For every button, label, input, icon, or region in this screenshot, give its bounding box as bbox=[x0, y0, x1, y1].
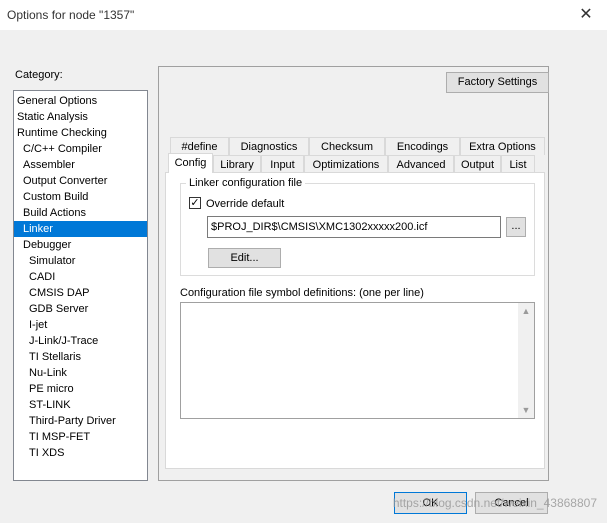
window-title: Options for node "1357" bbox=[7, 8, 135, 22]
category-item-label: Custom Build bbox=[23, 191, 89, 203]
category-item[interactable]: Assembler bbox=[14, 157, 147, 173]
category-item[interactable]: Runtime Checking bbox=[14, 125, 147, 141]
tab-output[interactable]: Output bbox=[454, 155, 501, 173]
category-item[interactable]: Third-Party Driver bbox=[14, 413, 147, 429]
edit-button[interactable]: Edit... bbox=[208, 248, 281, 268]
scroll-up-icon[interactable]: ▲ bbox=[521, 306, 531, 316]
tab-checksum[interactable]: Checksum bbox=[309, 137, 385, 155]
category-item[interactable]: C/C++ Compiler bbox=[14, 141, 147, 157]
category-item-label: PE micro bbox=[29, 383, 74, 395]
category-item-label: Build Actions bbox=[23, 207, 86, 219]
category-item[interactable]: J-Link/J-Trace bbox=[14, 333, 147, 349]
category-item[interactable]: Simulator bbox=[14, 253, 147, 269]
category-item-label: TI Stellaris bbox=[29, 351, 81, 363]
category-item[interactable]: Custom Build bbox=[14, 189, 147, 205]
tab-diagnostics[interactable]: Diagnostics bbox=[229, 137, 309, 155]
category-label: Category: bbox=[15, 69, 63, 81]
linker-config-group-title: Linker configuration file bbox=[186, 177, 306, 189]
category-item[interactable]: GDB Server bbox=[14, 301, 147, 317]
category-item[interactable]: CMSIS DAP bbox=[14, 285, 147, 301]
category-item[interactable]: Debugger bbox=[14, 237, 147, 253]
tab-extra-options[interactable]: Extra Options bbox=[460, 137, 545, 155]
category-item-label: Nu-Link bbox=[29, 367, 67, 379]
category-item-label: ST-LINK bbox=[29, 399, 71, 411]
category-item[interactable]: ST-LINK bbox=[14, 397, 147, 413]
category-item[interactable]: TI Stellaris bbox=[14, 349, 147, 365]
category-item[interactable]: Build Actions bbox=[14, 205, 147, 221]
category-item[interactable]: I-jet bbox=[14, 317, 147, 333]
override-default-checkbox[interactable]: ✓ bbox=[189, 197, 201, 209]
category-item[interactable]: General Options bbox=[14, 93, 147, 109]
category-item[interactable]: TI XDS bbox=[14, 445, 147, 461]
category-item[interactable]: Nu-Link bbox=[14, 365, 147, 381]
category-item-label: Runtime Checking bbox=[17, 127, 107, 139]
symbol-defs-label: Configuration file symbol definitions: (… bbox=[180, 287, 424, 299]
category-item-label: GDB Server bbox=[29, 303, 89, 315]
symbol-defs-textarea[interactable]: ▲ ▼ bbox=[180, 302, 535, 419]
category-item-label: General Options bbox=[17, 95, 98, 107]
scroll-down-icon[interactable]: ▼ bbox=[521, 405, 531, 415]
category-item-label: Debugger bbox=[23, 239, 72, 251]
category-item-label: TI XDS bbox=[29, 447, 65, 459]
factory-settings-button[interactable]: Factory Settings bbox=[446, 72, 549, 93]
tab-encodings[interactable]: Encodings bbox=[385, 137, 460, 155]
browse-button[interactable]: ... bbox=[506, 217, 526, 237]
category-item[interactable]: Linker bbox=[14, 221, 147, 237]
category-list[interactable]: General Options Static Analysis Runtime Ch… bbox=[13, 90, 148, 481]
category-item-label: Third-Party Driver bbox=[29, 415, 116, 427]
category-item-label: Simulator bbox=[29, 255, 76, 267]
watermark: https://blog.csdn.net/weixin_43868807 bbox=[392, 496, 597, 510]
category-item-label: CMSIS DAP bbox=[29, 287, 90, 299]
tab-input[interactable]: Input bbox=[261, 155, 304, 173]
category-item-label: C/C++ Compiler bbox=[23, 143, 102, 155]
tab-list[interactable]: List bbox=[501, 155, 535, 173]
category-item-label: TI MSP-FET bbox=[29, 431, 91, 443]
tab-library[interactable]: Library bbox=[213, 155, 261, 173]
close-icon[interactable]: ✕ bbox=[575, 5, 597, 25]
linker-config-path-input[interactable]: $PROJ_DIR$\CMSIS\XMC1302xxxxx200.icf bbox=[207, 216, 501, 238]
category-item[interactable]: TI MSP-FET bbox=[14, 429, 147, 445]
category-item-label: Static Analysis bbox=[17, 111, 88, 123]
category-item-label: J-Link/J-Trace bbox=[29, 335, 99, 347]
tab-advanced[interactable]: Advanced bbox=[388, 155, 454, 173]
category-item[interactable]: PE micro bbox=[14, 381, 147, 397]
override-default-label[interactable]: Override default bbox=[206, 198, 284, 210]
category-item-label: Assembler bbox=[23, 159, 75, 171]
category-item-label: Linker bbox=[23, 223, 53, 235]
category-item[interactable]: Output Converter bbox=[14, 173, 147, 189]
category-item[interactable]: CADI bbox=[14, 269, 147, 285]
category-item[interactable]: Static Analysis bbox=[14, 109, 147, 125]
category-item-label: Output Converter bbox=[23, 175, 108, 187]
category-item-label: CADI bbox=[29, 271, 56, 283]
category-item-label: I-jet bbox=[29, 319, 48, 331]
symbol-defs-scrollbar[interactable]: ▲ ▼ bbox=[518, 303, 534, 418]
tab-optimizations[interactable]: Optimizations bbox=[304, 155, 388, 173]
checkmark-icon: ✓ bbox=[190, 197, 200, 209]
tab-config[interactable]: Config bbox=[168, 153, 213, 173]
